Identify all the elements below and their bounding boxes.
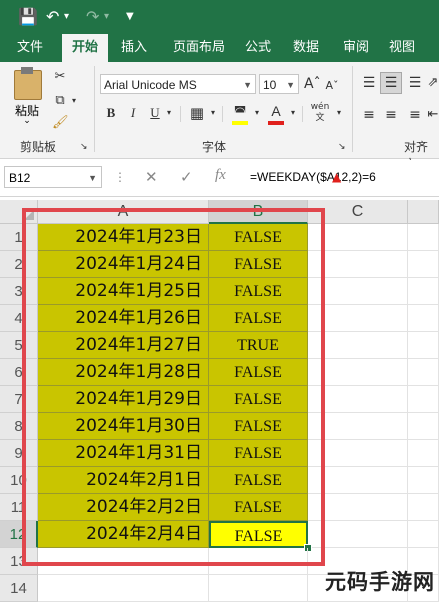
more-icon: ⋮ <box>114 170 126 184</box>
font-name-value: Arial Unicode MS <box>104 78 197 92</box>
fill-dropdown-icon[interactable]: ▾ <box>252 104 262 122</box>
watermark: 元码手游网 <box>325 570 435 594</box>
fill-color-button[interactable]: ◚ <box>230 104 250 126</box>
bold-icon[interactable]: B <box>104 104 118 122</box>
chevron-down-icon[interactable]: ▼ <box>88 167 97 189</box>
divider <box>94 66 95 152</box>
mouse-cursor-icon: ▲ <box>332 170 342 184</box>
ribbon-tab[interactable]: 视图 <box>384 34 420 62</box>
paste-button[interactable]: 粘贴 ⌄ <box>8 66 46 130</box>
grid-cell[interactable] <box>408 413 439 440</box>
decrease-indent-icon[interactable]: ⇤ <box>426 106 439 124</box>
format-painter-icon[interactable]: 🖌 <box>52 114 69 132</box>
ribbon-tabs: 文件 开始 插入 页面布局 公式 数据 审阅 视图 <box>0 34 439 62</box>
grid-cell[interactable] <box>408 332 439 359</box>
grid-cell[interactable] <box>408 494 439 521</box>
cut-icon[interactable]: ✂ <box>52 68 68 86</box>
annotation-box <box>22 208 325 566</box>
grid-cell[interactable] <box>38 575 209 602</box>
enter-icon[interactable]: ✓ <box>180 168 193 186</box>
chevron-down-icon[interactable]: ▼ <box>243 75 252 95</box>
align-bottom-icon[interactable]: ☰ <box>406 74 424 92</box>
row-header[interactable]: 14 <box>0 575 38 602</box>
italic-icon[interactable]: I <box>126 104 140 122</box>
font-size-value: 10 <box>263 78 277 92</box>
ribbon: 粘贴 ⌄ ✂ ⧉ ▾ 🖌 剪贴板 ↘ Arial Unicode MS ▼ 10… <box>0 62 439 171</box>
phonetic-dropdown-icon[interactable]: ▾ <box>334 104 344 122</box>
paste-clip-icon <box>21 67 33 74</box>
title-bar: 💾 ↶ ▾ ↷ ▾ ▼ <box>0 0 439 34</box>
ribbon-tab[interactable]: 开始 <box>62 34 108 62</box>
grid-cell[interactable] <box>209 575 308 602</box>
underline-dropdown-icon[interactable]: ▾ <box>164 104 174 122</box>
copy-icon[interactable]: ⧉ <box>52 92 68 110</box>
align-left-icon[interactable]: ≡ <box>360 106 378 124</box>
align-middle-icon: ☰ <box>384 75 398 91</box>
name-box-value: B12 <box>9 171 31 185</box>
redo-dropdown-icon[interactable]: ▾ <box>104 6 109 28</box>
formula-bar: B12 ▼ ⋮ ✕ ✓ fx =WEEKDAY($A12,2)=6 ▲ <box>0 160 439 197</box>
font-color-swatch <box>268 121 284 125</box>
grid-cell[interactable] <box>408 521 439 548</box>
ribbon-tab[interactable]: 插入 <box>116 34 152 62</box>
formula-input[interactable]: =WEEKDAY($A12,2)=6 <box>250 166 435 188</box>
ribbon-tab[interactable]: 页面布局 <box>166 34 232 62</box>
chevron-down-icon[interactable]: ▼ <box>286 75 295 95</box>
grid-cell[interactable] <box>408 224 439 251</box>
fill-bucket-icon: ◚ <box>233 105 247 120</box>
grid-cell[interactable] <box>408 305 439 332</box>
divider <box>180 106 181 122</box>
align-top-icon[interactable]: ☰ <box>360 74 378 92</box>
column-header[interactable] <box>408 200 439 224</box>
increase-font-icon[interactable]: Aˆ <box>304 75 321 93</box>
grid-cell[interactable] <box>408 467 439 494</box>
redo-icon[interactable]: ↷ <box>86 6 99 28</box>
divider <box>222 106 223 122</box>
font-color-icon: A <box>271 103 281 119</box>
customize-qat-icon[interactable]: ▼ <box>126 6 134 28</box>
paste-icon <box>14 70 42 100</box>
ribbon-tab[interactable]: 公式 <box>240 34 276 62</box>
font-group-label: 字体 <box>202 140 227 154</box>
ribbon-tab[interactable]: 数据 <box>288 34 324 62</box>
align-right-icon[interactable]: ≡ <box>406 106 424 124</box>
phonetic-icon[interactable]: wén 文 <box>308 102 332 124</box>
grid-cell[interactable] <box>408 359 439 386</box>
font-name-box[interactable]: Arial Unicode MS ▼ <box>100 74 256 94</box>
align-center-icon[interactable]: ≡ <box>382 106 400 124</box>
copy-dropdown-icon[interactable]: ▾ <box>70 92 78 110</box>
borders-icon[interactable]: ▦ <box>188 104 206 122</box>
save-icon[interactable]: 💾 <box>18 6 38 28</box>
formula-text: =WEEKDAY($A12,2)=6 <box>250 170 376 184</box>
font-color-button[interactable]: A <box>266 103 286 126</box>
orientation-icon[interactable]: ⇗ <box>426 74 439 92</box>
grid-cell[interactable] <box>408 278 439 305</box>
divider <box>352 66 353 152</box>
clipboard-launcher-icon[interactable]: ↘ <box>80 138 88 156</box>
font-size-box[interactable]: 10 ▼ <box>259 74 299 94</box>
align-middle-button[interactable]: ☰ <box>380 72 402 94</box>
fill-color-swatch <box>232 121 248 125</box>
font-launcher-icon[interactable]: ↘ <box>338 138 346 156</box>
cancel-icon[interactable]: ✕ <box>145 168 158 186</box>
grid-cell[interactable] <box>408 251 439 278</box>
ribbon-tab[interactable]: 文件 <box>10 34 50 62</box>
undo-icon[interactable]: ↶ <box>46 6 59 28</box>
undo-dropdown-icon[interactable]: ▾ <box>64 6 69 28</box>
grid-cell[interactable] <box>408 386 439 413</box>
name-box[interactable]: B12 ▼ <box>4 166 102 188</box>
underline-icon[interactable]: U <box>148 104 162 122</box>
clipboard-group-label: 剪贴板 <box>20 140 57 154</box>
ribbon-tab[interactable]: 审阅 <box>338 34 374 62</box>
font-color-dropdown-icon[interactable]: ▾ <box>288 104 298 122</box>
grid-cell[interactable] <box>408 440 439 467</box>
divider <box>302 106 303 122</box>
decrease-font-icon[interactable]: Aˇ <box>324 77 340 95</box>
paste-dropdown-icon[interactable]: ⌄ <box>8 116 46 126</box>
insert-function-icon[interactable]: fx <box>215 167 226 184</box>
borders-dropdown-icon[interactable]: ▾ <box>208 104 218 122</box>
